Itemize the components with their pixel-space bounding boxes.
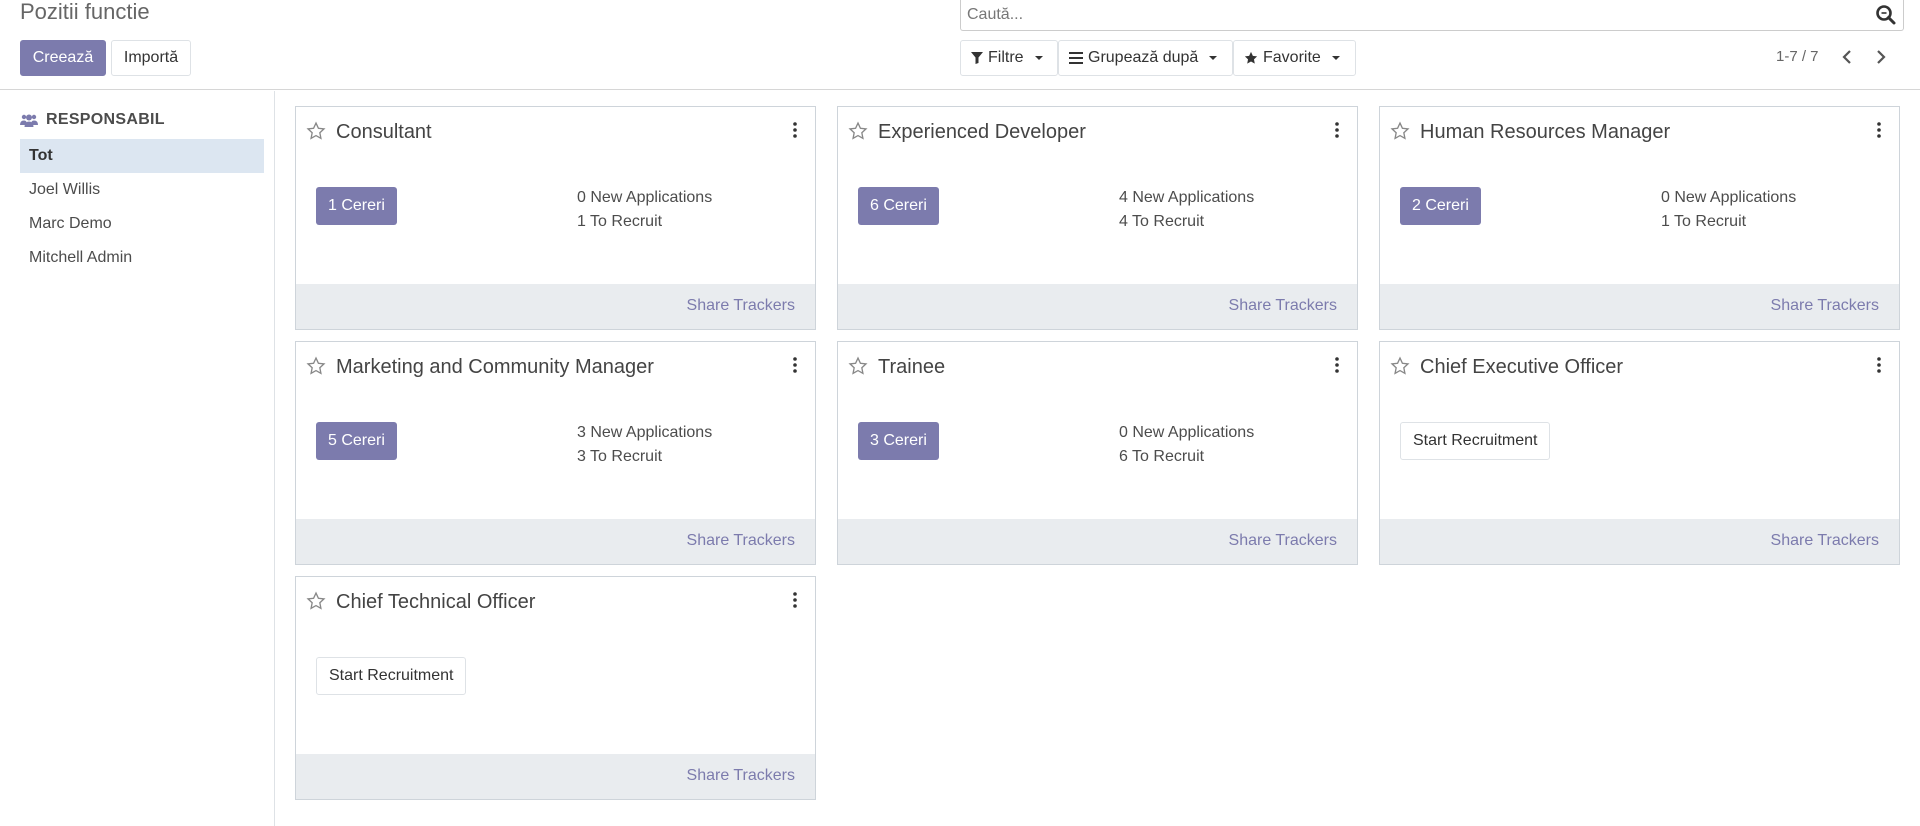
favorites-label: Favorite xyxy=(1263,49,1321,66)
list-icon xyxy=(1069,52,1083,64)
page-title: Pozitii functie xyxy=(20,0,150,24)
star-icon[interactable] xyxy=(306,356,326,376)
more-vertical-icon[interactable] xyxy=(791,356,799,374)
new-applications-link[interactable]: 4 New Applications xyxy=(1119,189,1254,207)
sidebar-header: RESPONSABIL xyxy=(20,111,165,129)
more-vertical-icon[interactable] xyxy=(791,591,799,609)
share-trackers-link[interactable]: Share Trackers xyxy=(1229,532,1337,550)
card-footer: Share Trackers xyxy=(838,284,1357,329)
chevron-left-icon xyxy=(1842,50,1851,64)
chevron-right-icon xyxy=(1877,50,1886,64)
chevron-down-icon xyxy=(1209,56,1218,60)
job-card: Marketing and Community Manager 5 Cereri… xyxy=(295,341,816,565)
job-card: Consultant 1 Cereri 0 New Applications 1… xyxy=(295,106,816,330)
sidebar-item-marc-demo[interactable]: Marc Demo xyxy=(20,207,264,241)
favorites-dropdown[interactable]: Favorite xyxy=(1233,40,1356,76)
applications-button[interactable]: 1 Cereri xyxy=(316,187,397,225)
star-icon[interactable] xyxy=(1390,121,1410,141)
star-filled-icon xyxy=(1244,51,1258,64)
card-footer: Share Trackers xyxy=(296,754,815,799)
filter-icon xyxy=(971,52,983,64)
job-title[interactable]: Marketing and Community Manager xyxy=(336,356,654,378)
filters-dropdown[interactable]: Filtre xyxy=(960,40,1058,76)
to-recruit-link[interactable]: 1 To Recruit xyxy=(1661,213,1746,231)
create-button[interactable]: Creează xyxy=(20,40,106,76)
start-recruitment-button[interactable]: Start Recruitment xyxy=(1400,422,1551,460)
filters-label: Filtre xyxy=(988,49,1024,66)
new-applications-link[interactable]: 3 New Applications xyxy=(577,424,712,442)
job-title[interactable]: Consultant xyxy=(336,121,432,143)
sidebar-item-joel-willis[interactable]: Joel Willis xyxy=(20,173,264,207)
to-recruit-link[interactable]: 1 To Recruit xyxy=(577,213,662,231)
star-icon[interactable] xyxy=(306,121,326,141)
job-card: Chief Executive Officer Start Recruitmen… xyxy=(1379,341,1900,565)
applications-button[interactable]: 5 Cereri xyxy=(316,422,397,460)
job-title[interactable]: Chief Technical Officer xyxy=(336,591,535,613)
pager-value[interactable]: 1-7 / 7 xyxy=(1776,48,1819,65)
more-vertical-icon[interactable] xyxy=(1875,356,1883,374)
chevron-down-icon xyxy=(1331,56,1340,60)
share-trackers-link[interactable]: Share Trackers xyxy=(687,297,795,315)
import-button[interactable]: Importă xyxy=(111,40,191,76)
control-panel: Pozitii functie Creează Importă Filtre G… xyxy=(0,0,1920,90)
job-title[interactable]: Chief Executive Officer xyxy=(1420,356,1623,378)
to-recruit-link[interactable]: 4 To Recruit xyxy=(1119,213,1204,231)
card-footer: Share Trackers xyxy=(296,284,815,329)
more-vertical-icon[interactable] xyxy=(1875,121,1883,139)
star-icon[interactable] xyxy=(848,356,868,376)
job-card: Trainee 3 Cereri 0 New Applications 6 To… xyxy=(837,341,1358,565)
star-icon[interactable] xyxy=(848,121,868,141)
users-icon xyxy=(20,114,38,127)
star-icon[interactable] xyxy=(1390,356,1410,376)
card-footer: Share Trackers xyxy=(296,519,815,564)
search-icon[interactable] xyxy=(1875,4,1897,26)
pager-previous-button[interactable] xyxy=(1835,44,1859,70)
groupby-dropdown[interactable]: Grupează după xyxy=(1058,40,1233,76)
pager-next-button[interactable] xyxy=(1869,44,1893,70)
start-recruitment-button[interactable]: Start Recruitment xyxy=(316,657,467,695)
new-applications-link[interactable]: 0 New Applications xyxy=(577,189,712,207)
more-vertical-icon[interactable] xyxy=(1333,121,1341,139)
job-title[interactable]: Trainee xyxy=(878,356,945,378)
new-applications-link[interactable]: 0 New Applications xyxy=(1119,424,1254,442)
sidebar-item-mitchell-admin[interactable]: Mitchell Admin xyxy=(20,241,264,275)
to-recruit-link[interactable]: 6 To Recruit xyxy=(1119,448,1204,466)
groupby-label: Grupează după xyxy=(1088,49,1199,66)
share-trackers-link[interactable]: Share Trackers xyxy=(1229,297,1337,315)
sidebar-header-label: RESPONSABIL xyxy=(46,111,165,128)
card-footer: Share Trackers xyxy=(838,519,1357,564)
star-icon[interactable] xyxy=(306,591,326,611)
chevron-down-icon xyxy=(1034,56,1043,60)
applications-button[interactable]: 6 Cereri xyxy=(858,187,939,225)
share-trackers-link[interactable]: Share Trackers xyxy=(687,532,795,550)
share-trackers-link[interactable]: Share Trackers xyxy=(1771,297,1879,315)
applications-button[interactable]: 2 Cereri xyxy=(1400,187,1481,225)
job-card: Human Resources Manager 2 Cereri 0 New A… xyxy=(1379,106,1900,330)
search-input[interactable] xyxy=(967,3,1867,27)
job-title[interactable]: Human Resources Manager xyxy=(1420,121,1670,143)
share-trackers-link[interactable]: Share Trackers xyxy=(1771,532,1879,550)
more-vertical-icon[interactable] xyxy=(1333,356,1341,374)
job-title[interactable]: Experienced Developer xyxy=(878,121,1086,143)
card-footer: Share Trackers xyxy=(1380,284,1899,329)
new-applications-link[interactable]: 0 New Applications xyxy=(1661,189,1796,207)
job-card: Chief Technical Officer Start Recruitmen… xyxy=(295,576,816,800)
share-trackers-link[interactable]: Share Trackers xyxy=(687,767,795,785)
applications-button[interactable]: 3 Cereri xyxy=(858,422,939,460)
card-footer: Share Trackers xyxy=(1380,519,1899,564)
more-vertical-icon[interactable] xyxy=(791,121,799,139)
sidebar: RESPONSABIL Tot Joel Willis Marc Demo Mi… xyxy=(0,91,275,826)
sidebar-item-tot[interactable]: Tot xyxy=(20,139,264,173)
to-recruit-link[interactable]: 3 To Recruit xyxy=(577,448,662,466)
search-box xyxy=(960,0,1904,31)
job-card: Experienced Developer 6 Cereri 4 New App… xyxy=(837,106,1358,330)
